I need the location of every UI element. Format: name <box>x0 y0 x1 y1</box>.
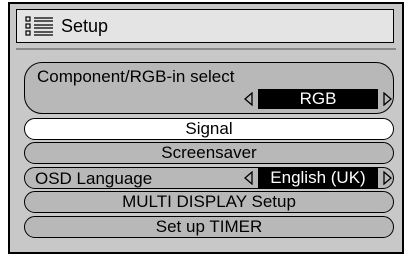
set-up-timer-item[interactable]: Set up TIMER <box>24 216 394 238</box>
signal-label: Signal <box>185 119 233 138</box>
signal-item[interactable]: Signal <box>24 118 394 140</box>
component-rgb-value: RGB <box>258 89 378 109</box>
list-menu-icon <box>25 16 55 36</box>
component-rgb-selector[interactable]: RGB <box>243 89 393 109</box>
arrow-right-icon[interactable] <box>382 92 393 106</box>
page-title: Setup <box>61 16 109 36</box>
osd-language-item[interactable]: OSD Language English (UK) <box>24 167 394 189</box>
arrow-right-icon[interactable] <box>382 171 393 185</box>
menu-title-bar: Setup <box>16 9 394 43</box>
osd-language-value: English (UK) <box>258 168 378 188</box>
multi-display-setup-label: MULTI DISPLAY Setup <box>122 192 296 211</box>
setup-menu-panel: Setup Component/RGB-in select RGB Signal… <box>8 2 404 254</box>
divider <box>16 48 396 50</box>
component-rgb-select-label: Component/RGB-in select <box>37 67 235 86</box>
osd-language-label: OSD Language <box>35 169 153 188</box>
screensaver-label: Screensaver <box>161 143 257 162</box>
multi-display-setup-item[interactable]: MULTI DISPLAY Setup <box>24 191 394 213</box>
screensaver-item[interactable]: Screensaver <box>24 142 394 164</box>
arrow-left-icon[interactable] <box>243 171 254 185</box>
arrow-left-icon[interactable] <box>243 92 254 106</box>
component-rgb-select-item[interactable]: Component/RGB-in select RGB <box>24 62 394 114</box>
osd-language-selector[interactable]: English (UK) <box>243 168 393 188</box>
set-up-timer-label: Set up TIMER <box>155 217 263 236</box>
